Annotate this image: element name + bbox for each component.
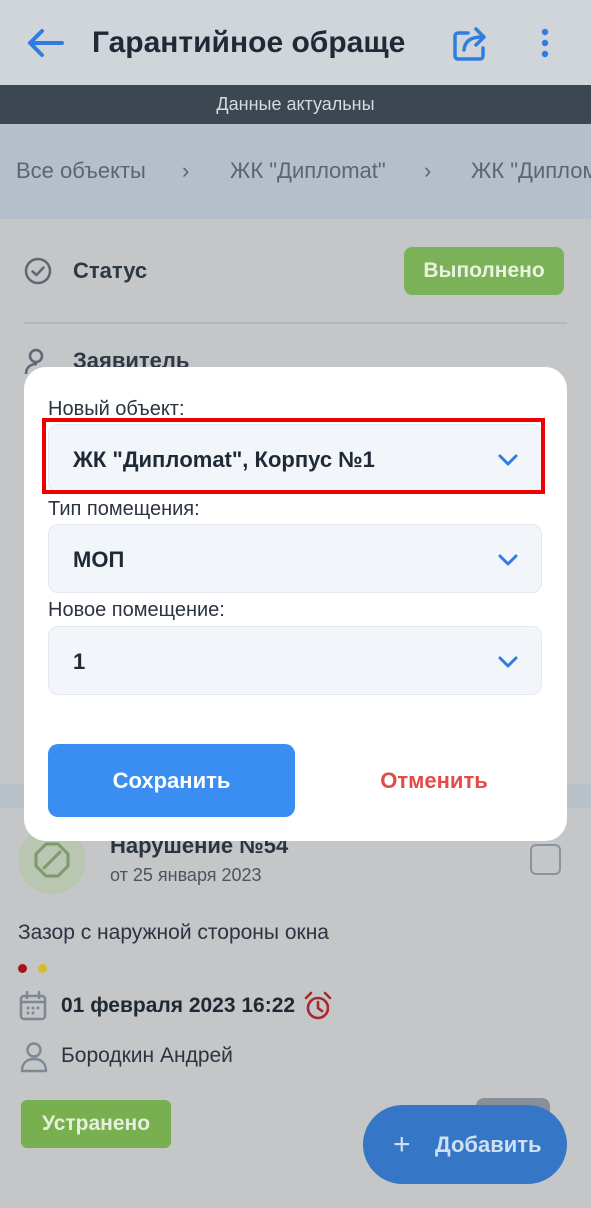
resolved-badge: Устранено (21, 1100, 171, 1148)
status-label: Статус (73, 258, 148, 283)
room-type-label: Тип помещения: (48, 498, 200, 520)
plus-icon: + (393, 1127, 411, 1161)
back-button[interactable] (22, 22, 68, 64)
breadcrumb-item-building[interactable]: ЖК "Диплом (471, 158, 591, 184)
select-checkbox[interactable] (530, 844, 561, 875)
sync-status-bar: Данные актуальны (0, 85, 591, 124)
new-room-label: Новое помещение: (48, 599, 225, 621)
back-arrow-icon (28, 29, 64, 57)
more-button[interactable] (524, 20, 566, 66)
status-badge[interactable]: Выполнено (404, 247, 564, 295)
highlight-box (42, 418, 545, 494)
room-type-value: МОП (73, 547, 125, 572)
new-room-value: 1 (73, 649, 86, 674)
check-circle-icon (24, 257, 52, 285)
forbidden-hexagon-icon (34, 842, 70, 878)
calendar-icon (19, 990, 47, 1021)
chevron-down-icon (498, 554, 518, 566)
share-button[interactable] (448, 20, 494, 66)
app-bar: Гарантийное обраще (0, 0, 591, 85)
share-icon (453, 27, 486, 61)
add-button[interactable]: + Добавить (363, 1105, 567, 1184)
page-title: Гарантийное обраще (92, 26, 406, 59)
divider (24, 322, 567, 324)
add-button-label: Добавить (435, 1131, 542, 1157)
breadcrumb-item-complex[interactable]: ЖК "Диплomat" (230, 158, 386, 184)
more-vertical-icon (541, 28, 549, 58)
violation-date: от 25 января 2023 (110, 865, 262, 885)
assignee-name: Бородкин Андрей (61, 1044, 233, 1067)
new-room-select[interactable]: 1 (48, 626, 542, 695)
chevron-down-icon (498, 656, 518, 668)
breadcrumb-separator-icon: › (424, 158, 432, 183)
violation-description: Зазор с наружной стороны окна (18, 921, 329, 944)
save-button[interactable]: Сохранить (48, 744, 295, 817)
breadcrumb-item-all-objects[interactable]: Все объекты (16, 158, 146, 184)
due-date: 01 февраля 2023 16:22 (61, 994, 296, 1017)
priority-dot-red (18, 964, 27, 973)
alarm-clock-icon (304, 991, 332, 1020)
cancel-button[interactable]: Отменить (324, 744, 544, 817)
person-icon (20, 1042, 48, 1073)
room-type-select[interactable]: МОП (48, 524, 542, 593)
breadcrumb: Все объекты › ЖК "Диплomat" › ЖК "Диплом (0, 124, 591, 219)
priority-dot-yellow (38, 964, 47, 973)
breadcrumb-separator-icon: › (182, 158, 190, 183)
